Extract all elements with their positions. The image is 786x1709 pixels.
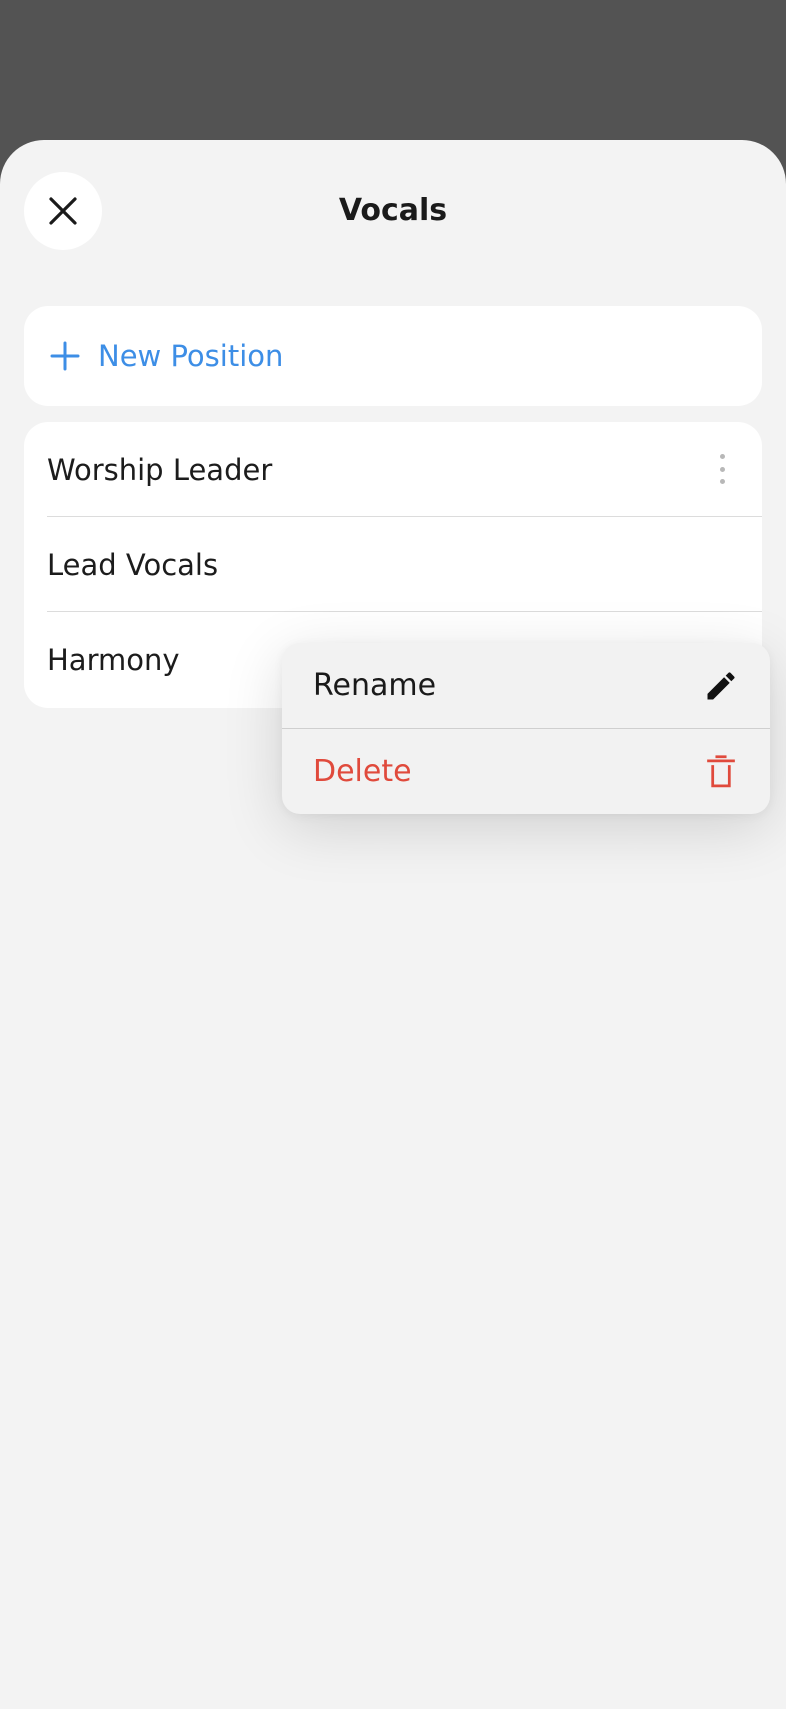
list-item-label: Worship Leader	[47, 452, 273, 487]
menu-item-label: Rename	[313, 668, 437, 703]
menu-item-label: Delete	[313, 754, 412, 789]
menu-item-delete[interactable]: Delete	[282, 729, 770, 814]
context-menu: Rename Delete	[282, 643, 770, 814]
list-item-label: Lead Vocals	[47, 547, 219, 582]
pencil-icon	[702, 667, 740, 705]
new-position-button[interactable]: New Position	[24, 306, 762, 406]
plus-icon	[50, 341, 80, 371]
bottom-sheet: Vocals New Position Worship Leader Lead …	[0, 140, 786, 1709]
list-item-label: Harmony	[47, 642, 180, 677]
more-vertical-icon[interactable]	[718, 454, 726, 484]
page-title: Vocals	[338, 193, 448, 228]
list-item-worship-leader[interactable]: Worship Leader	[24, 422, 762, 517]
new-position-label: New Position	[98, 339, 284, 373]
list-item-lead-vocals[interactable]: Lead Vocals	[24, 517, 762, 612]
trash-icon	[702, 753, 740, 791]
menu-item-rename[interactable]: Rename	[282, 643, 770, 728]
